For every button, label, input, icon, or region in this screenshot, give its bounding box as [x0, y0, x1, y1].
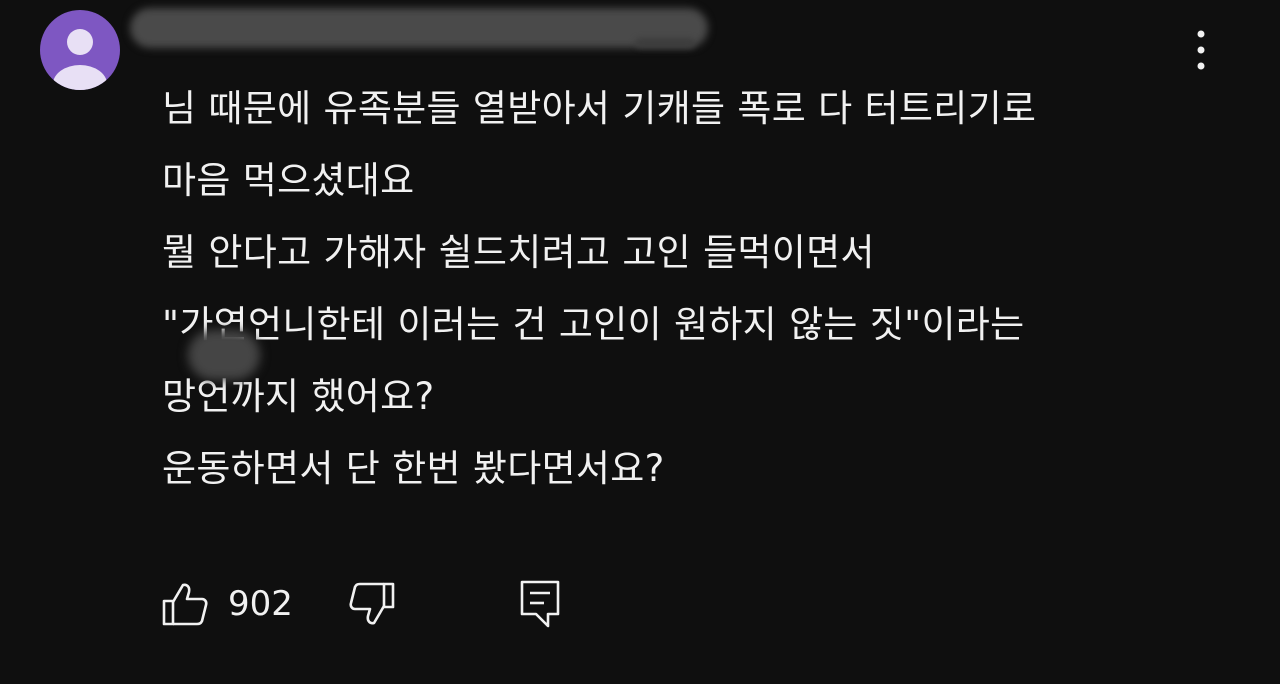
author-name-redacted-tail	[635, 38, 695, 48]
thumbs-down-icon	[349, 582, 395, 625]
dislike-button[interactable]	[347, 581, 397, 627]
comment-line: 뭘 안다고 가해자 쉴드치려고 고인 들먹이면서	[162, 231, 875, 274]
comment-text: 님 때문에 유족분들 열받아서 기캐들 폭로 다 터트리기로 마음 먹으셨대요 …	[162, 82, 1222, 514]
person-icon	[53, 29, 107, 90]
author-avatar[interactable]	[40, 10, 120, 90]
like-button[interactable]: 902	[160, 581, 293, 627]
comment-actions: 902	[160, 574, 563, 634]
comment-reply-icon	[520, 580, 560, 628]
comment-line: 마음 먹으셨대요	[162, 159, 415, 202]
author-name-redacted	[130, 8, 708, 48]
comment-line: 운동하면서 단 한번 봤다면서요?	[162, 447, 665, 490]
text-redaction-blur	[188, 330, 260, 380]
more-options-button[interactable]	[1180, 24, 1222, 76]
comment-line: "가연언니한테 이러는 건 고인이 원하지 않는 짓"이라는	[162, 303, 1025, 346]
thumbs-up-icon	[162, 583, 208, 626]
reply-button[interactable]	[517, 578, 563, 630]
like-count: 902	[228, 584, 293, 624]
comment-line: 망언까지 했어요?	[162, 375, 435, 418]
comment-line: 님 때문에 유족분들 열받아서 기캐들 폭로 다 터트리기로	[162, 87, 1037, 130]
more-vertical-icon	[1197, 30, 1205, 70]
comment-card: 님 때문에 유족분들 열받아서 기캐들 폭로 다 터트리기로 마음 먹으셨대요 …	[0, 0, 1280, 684]
